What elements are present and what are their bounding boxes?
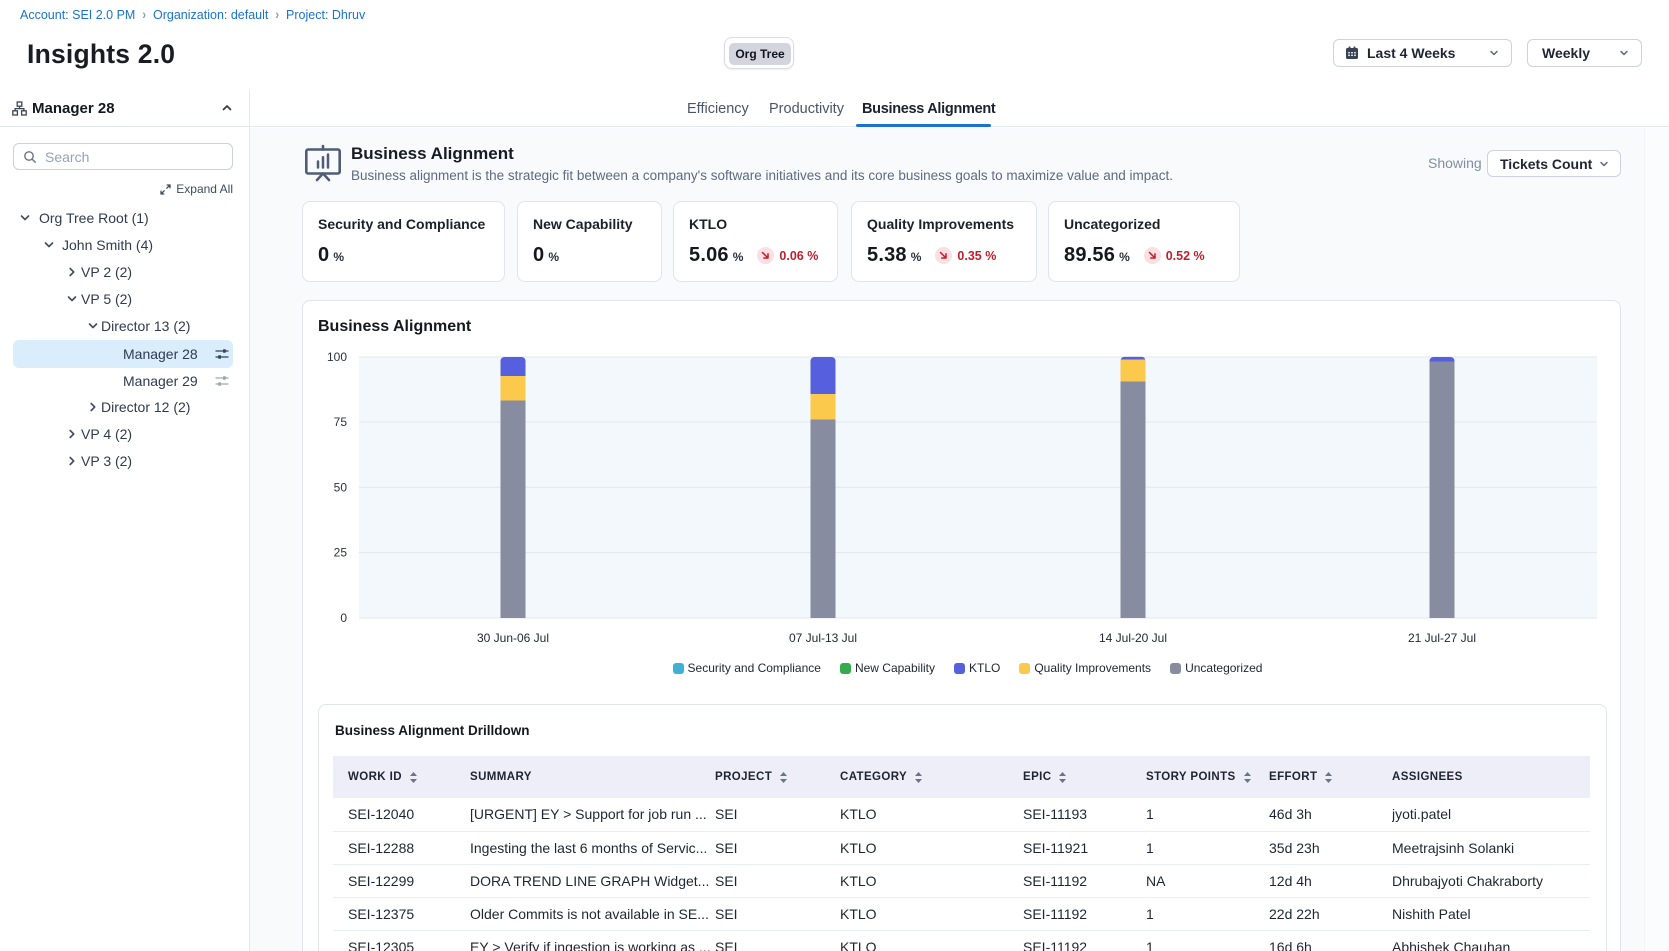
svg-text:30 Jun-06 Jul: 30 Jun-06 Jul <box>477 631 549 645</box>
svg-text:50: 50 <box>334 480 348 494</box>
svg-text:0: 0 <box>340 611 347 625</box>
svg-text:07 Jul-13 Jul: 07 Jul-13 Jul <box>789 631 857 645</box>
svg-text:25: 25 <box>334 546 348 560</box>
svg-text:100: 100 <box>327 350 347 364</box>
svg-text:21 Jul-27 Jul: 21 Jul-27 Jul <box>1408 631 1476 645</box>
svg-text:75: 75 <box>334 415 348 429</box>
svg-text:14 Jul-20 Jul: 14 Jul-20 Jul <box>1099 631 1167 645</box>
